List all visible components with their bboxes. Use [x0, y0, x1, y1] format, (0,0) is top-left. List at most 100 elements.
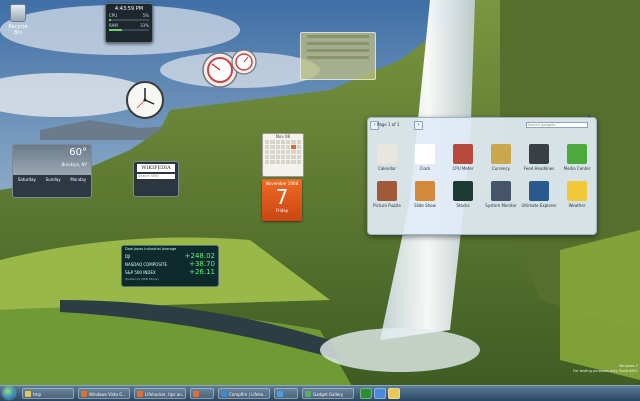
gallery-item-label: Media Center: [563, 166, 591, 171]
gallery-item-label: Weather: [568, 203, 586, 208]
gallery-item-label: Feed Headlines: [523, 166, 555, 171]
calendar-day-cell[interactable]: [296, 150, 301, 154]
calendar-day-cell[interactable]: [275, 140, 280, 144]
gallery-search-input[interactable]: Search gadgets: [526, 122, 588, 128]
calendar-day-cell[interactable]: [286, 150, 291, 154]
gallery-item[interactable]: Stocks: [444, 181, 482, 208]
weather-temperature: 60°: [69, 147, 87, 158]
gallery-item-label: System Monitor: [485, 203, 517, 208]
gallery-item[interactable]: Feed Headlines: [520, 144, 558, 171]
weather-gadget[interactable]: 60° Brooklyn, NY Saturday Sunday Monday: [12, 144, 92, 198]
weather-day: Monday: [70, 177, 87, 182]
gallery-item[interactable]: Currency: [482, 144, 520, 171]
gallery-item[interactable]: Media Center: [558, 144, 596, 171]
quick-launch-icon[interactable]: [360, 388, 372, 399]
stock-row[interactable]: NASDAQ COMPOSITE +38.70: [122, 260, 218, 268]
gallery-item[interactable]: System Monitor: [482, 181, 520, 208]
wikipedia-gadget[interactable]: WIKIPEDIA Search Wiki: [133, 161, 179, 197]
taskbar-button[interactable]: [274, 388, 298, 399]
calendar-day-cell[interactable]: [265, 145, 270, 149]
calendar-day-cell[interactable]: [286, 140, 291, 144]
calendar-day-cell[interactable]: [275, 155, 280, 159]
taskbar-button[interactable]: Compfire | Lifeha...: [218, 388, 270, 399]
build-watermark: Windows 7 For testing purposes only. Bui…: [566, 364, 638, 374]
stocks-gadget[interactable]: Dow Jones Industrial Average DJI +248.02 …: [121, 245, 219, 287]
calendar-day-cell[interactable]: [296, 145, 301, 149]
calendar-day-cell[interactable]: [265, 160, 270, 164]
stock-change: +248.02: [184, 252, 215, 260]
gallery-item[interactable]: CPU Meter: [444, 144, 482, 171]
close-icon[interactable]: ✕: [586, 114, 593, 121]
calendar-gadget[interactable]: Nov 08 November 2008 7 Friday: [262, 133, 304, 221]
calendar-day-cell[interactable]: [270, 140, 275, 144]
calendar-day-grid: [263, 139, 303, 165]
slideshow-icon: [415, 181, 435, 201]
calendar-day-cell[interactable]: [286, 160, 291, 164]
taskbar-button-label: Gadget Gallery: [313, 392, 344, 397]
calendar-day-cell[interactable]: [286, 155, 291, 159]
gallery-item[interactable]: Ultimate Explorer: [520, 181, 558, 208]
calendar-day-cell[interactable]: [296, 140, 301, 144]
wikipedia-search-input[interactable]: Search Wiki: [137, 174, 175, 179]
taskbar-button[interactable]: Lifehacker, tips an...: [134, 388, 186, 399]
calendar-day-cell[interactable]: [280, 155, 286, 159]
recycle-bin-shortcut[interactable]: Recycle Bin: [4, 4, 32, 36]
calendar-day-cell[interactable]: [291, 150, 296, 154]
ultimate-explorer-icon: [529, 181, 549, 201]
stock-row[interactable]: DJI +248.02: [122, 252, 218, 260]
taskbar-button[interactable]: Gadget Gallery: [302, 388, 354, 399]
recycle-bin-label: Recycle Bin: [8, 24, 28, 36]
calendar-day-cell[interactable]: [270, 145, 275, 149]
taskbar-button[interactable]: [190, 388, 214, 399]
calendar-day-cell[interactable]: [291, 145, 296, 149]
clock-icon: [415, 144, 435, 164]
calendar-day-cell[interactable]: [296, 160, 301, 164]
taskbar-button[interactable]: Windows Vista G...: [78, 388, 130, 399]
gallery-item-label: Clock: [419, 166, 431, 171]
calendar-day-view: November 2008 7 Friday: [262, 179, 302, 221]
quick-launch-icon[interactable]: [388, 388, 400, 399]
cpu-gadget[interactable]: 4:43:59 PM CPU 5% RAM 33%: [105, 3, 153, 43]
stock-row[interactable]: S&P 500 INDEX +26.11: [122, 268, 218, 276]
calendar-day-cell[interactable]: [265, 155, 270, 159]
calendar-day-cell[interactable]: [265, 150, 270, 154]
calendar-day-cell[interactable]: [291, 155, 296, 159]
calendar-day-cell[interactable]: [280, 140, 286, 144]
calendar-icon: [377, 144, 397, 164]
calendar-day-cell[interactable]: [280, 150, 286, 154]
gallery-item[interactable]: Calendar: [368, 144, 406, 171]
gallery-item[interactable]: Slide Show: [406, 181, 444, 208]
clock-gadget[interactable]: [125, 80, 165, 120]
calendar-day-cell[interactable]: [275, 145, 280, 149]
calendar-day-cell[interactable]: [265, 140, 270, 144]
calendar-day-cell[interactable]: [296, 155, 301, 159]
calendar-day-cell[interactable]: [291, 140, 296, 144]
calendar-day-cell[interactable]: [280, 145, 286, 149]
calendar-month-view: Nov 08: [262, 133, 304, 177]
calendar-day-cell[interactable]: [275, 160, 280, 164]
system-tray[interactable]: [592, 388, 638, 399]
calendar-day-cell[interactable]: [286, 145, 291, 149]
stocks-footer: Quotes by MSN Money: [125, 277, 159, 281]
cpu-meter-gadget[interactable]: [200, 48, 260, 88]
app-icon: [193, 391, 199, 397]
feed-headlines-gadget[interactable]: [300, 32, 376, 80]
start-button[interactable]: [3, 387, 15, 399]
quick-launch-icon[interactable]: [374, 388, 386, 399]
gallery-item[interactable]: Weather: [558, 181, 596, 208]
calendar-day-cell[interactable]: [270, 150, 275, 154]
calendar-day-cell[interactable]: [270, 155, 275, 159]
calendar-day-cell[interactable]: [270, 160, 275, 164]
taskbar-button[interactable]: tmp: [22, 388, 74, 399]
cpu-usage-bar: [109, 19, 149, 21]
feed-row: [301, 47, 375, 54]
app-icon: [137, 391, 143, 397]
calendar-day-cell[interactable]: [291, 160, 296, 164]
gallery-item[interactable]: Clock: [406, 144, 444, 171]
calendar-day-cell[interactable]: [280, 160, 286, 164]
calendar-day-cell[interactable]: [275, 150, 280, 154]
gallery-item[interactable]: Picture Puzzle: [368, 181, 406, 208]
next-page-button[interactable]: ›: [414, 121, 423, 130]
gallery-item-label: Slide Show: [414, 203, 436, 208]
cpu-value: 5%: [142, 13, 149, 18]
